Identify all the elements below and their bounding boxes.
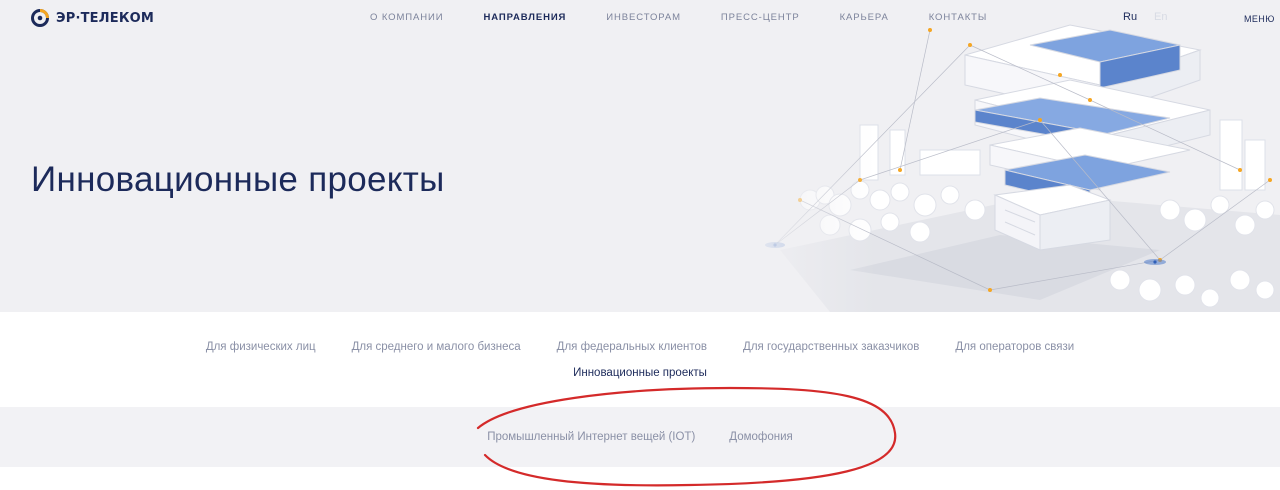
tab-innovative-projects[interactable]: Инновационные проекты <box>573 367 707 379</box>
hero-city-illustration <box>740 0 1280 312</box>
lang-en-link[interactable]: En <box>1154 11 1167 23</box>
category-row-active: Инновационные проекты <box>0 367 1280 379</box>
main-nav: О компании Направления Инвесторам Пресс-… <box>370 12 1027 23</box>
tab-small-medium-business[interactable]: Для среднего и малого бизнеса <box>352 341 521 353</box>
menu-button[interactable]: Меню <box>1244 14 1275 24</box>
hero-banner <box>0 0 1280 312</box>
tab-telecom-operators[interactable]: Для операторов связи <box>955 341 1074 353</box>
lang-ru-link[interactable]: Ru <box>1123 11 1137 23</box>
tab-government-customers[interactable]: Для государственных заказчиков <box>743 341 919 353</box>
tab-federal-clients[interactable]: Для федеральных клиентов <box>557 341 707 353</box>
page-title: Инновационные проекты <box>31 160 445 199</box>
nav-item-press-center[interactable]: Пресс-центр <box>721 12 800 23</box>
tab-individuals[interactable]: Для физических лиц <box>206 341 316 353</box>
subnav-bar: Промышленный Интернет вещей (IOT) Домофо… <box>0 407 1280 467</box>
brand-logo[interactable]: ЭР·ТЕЛЕКОМ <box>30 8 154 28</box>
logo-mark-icon <box>31 9 49 27</box>
nav-item-career[interactable]: Карьера <box>840 12 889 23</box>
subnav-item-intercom[interactable]: Домофония <box>729 431 792 443</box>
nav-item-contacts[interactable]: Контакты <box>929 12 987 23</box>
nav-item-about[interactable]: О компании <box>370 12 443 23</box>
nav-item-investors[interactable]: Инвесторам <box>606 12 681 23</box>
logo-text: ЭР·ТЕЛЕКОМ <box>56 10 155 26</box>
category-row: Для физических лиц Для среднего и малого… <box>0 341 1280 353</box>
site-header: ЭР·ТЕЛЕКОМ О компании Направления Инвест… <box>0 0 1280 36</box>
category-tabs: Для физических лиц Для среднего и малого… <box>0 341 1280 379</box>
subnav-item-iot[interactable]: Промышленный Интернет вещей (IOT) <box>487 431 695 443</box>
nav-item-directions[interactable]: Направления <box>483 12 566 23</box>
